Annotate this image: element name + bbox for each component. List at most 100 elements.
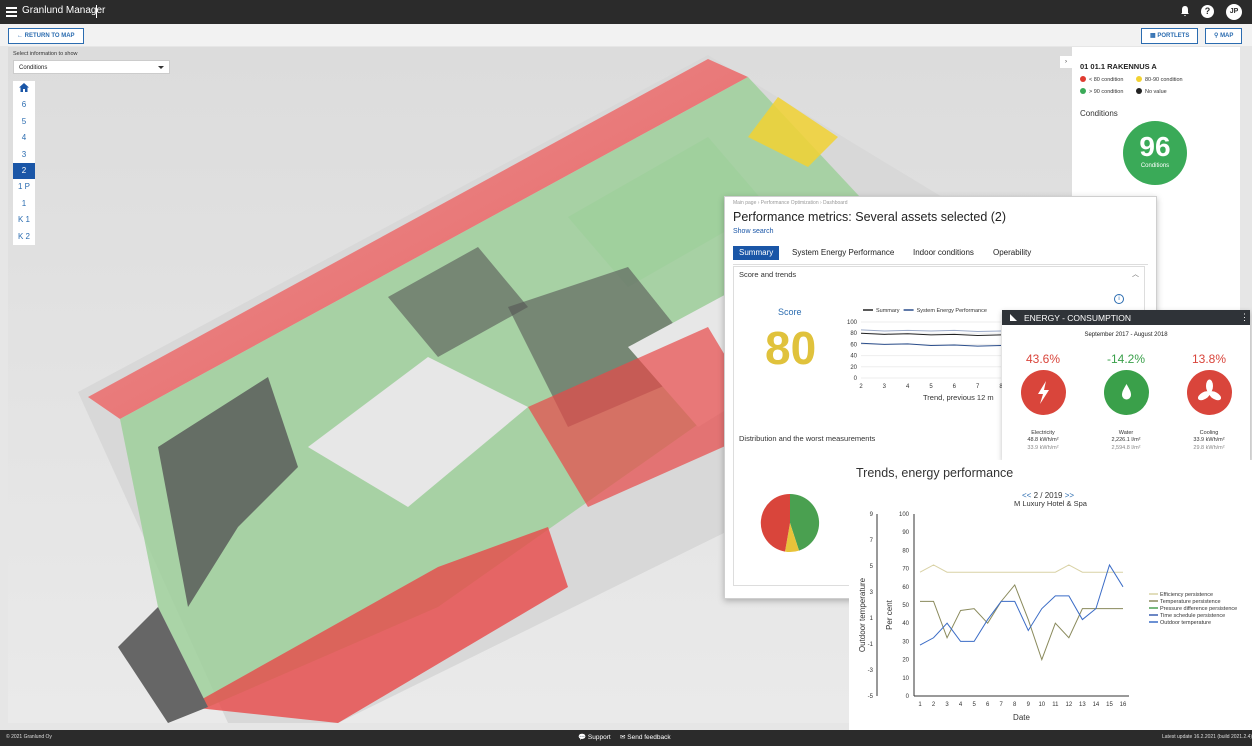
bell-icon[interactable] [1178,5,1191,18]
help-icon[interactable]: ? [1201,5,1214,18]
y-tick-label: 20 [902,658,909,664]
x-tick-label: 8 [1013,702,1017,708]
y2-axis-label: Outdoor temperature [858,577,867,652]
floor-button[interactable]: 4 [13,130,35,146]
tab-indoor-conditions[interactable]: Indoor conditions [913,246,974,260]
chevron-up-icon[interactable]: ︿ [1132,269,1139,279]
electricity-label: Electricity [1031,430,1055,436]
y-tick-label: 40 [850,354,857,360]
user-avatar[interactable]: JP [1226,4,1242,20]
y2-tick-label: 5 [870,564,874,570]
x-tick-label: 7 [976,384,980,390]
top-bar: Granlund Manager ? JP [0,0,1252,24]
x-tick-label: 5 [929,384,933,390]
x-tick-label: 1 [918,702,922,708]
water-change: -14.2% [1106,352,1146,366]
water-label: Water [1118,430,1134,436]
copyright: © 2021 Granlund Oy [6,734,52,740]
caret-down-icon [158,66,164,69]
y-tick-label: 80 [902,548,909,554]
conditions-unit: Conditions [1140,163,1170,169]
support-link[interactable]: 💬 Support [578,733,611,741]
map-button[interactable]: ⚲ MAP [1205,28,1243,44]
conditions-label: Conditions [1080,109,1118,118]
legend-label: Efficiency persistence [1160,592,1213,598]
energy-title: ENERGY - CONSUMPTION [1024,313,1132,323]
yellow-dot-icon [1136,76,1142,82]
footer: © 2021 Granlund Oy 💬 Support ✉ Send feed… [0,730,1252,746]
section-title-distribution: Distribution and the worst measurements [739,434,876,443]
y-tick-label: 70 [902,567,909,573]
floor-button[interactable]: 5 [13,114,35,130]
y-tick-label: 0 [854,376,858,382]
home-icon [19,83,29,92]
x-tick-label: 4 [959,702,963,708]
score-value: 80 [765,322,817,374]
collapse-chevron-icon[interactable]: › [1060,56,1072,68]
legend-label: Pressure difference persistence [1160,606,1237,612]
cooling-label: Cooling [1199,430,1219,436]
x-axis-label: Date [1013,713,1030,722]
show-search-link[interactable]: Show search [733,228,773,235]
hamburger-menu-icon[interactable] [6,7,17,17]
tab-system-energy-performance[interactable]: System Energy Performance [792,246,894,260]
return-to-map-button[interactable]: ← RETURN TO MAP [8,28,84,44]
y-tick-label: 40 [902,621,909,627]
floor-button[interactable]: 6 [13,97,35,113]
tab-divider [733,264,1148,265]
send-feedback-link[interactable]: ✉ Send feedback [620,733,671,741]
y-tick-label: 100 [847,320,858,326]
y2-tick-label: 7 [870,538,874,544]
x-tick-label: 13 [1079,702,1086,708]
tab-operability[interactable]: Operability [993,246,1031,260]
floor-button[interactable]: K 2 [13,229,35,245]
x-tick-label: 15 [1106,702,1113,708]
energy-period: September 2017 - August 2018 [1084,332,1168,338]
floor-button[interactable]: K 1 [13,212,35,228]
energy-performance-line-chart: 0102030405060708090100-5-3-1135791 2 3 4 5 6 7… [858,512,1237,722]
electricity-current: 48.8 kWh/m² [1027,437,1059,443]
conditions-score-circle: 96 Conditions [1123,121,1187,185]
x-axis-label: Trend, previous 12 m [923,393,994,402]
y2-tick-label: 1 [870,616,874,622]
floor-home-button[interactable] [13,81,35,97]
legend-item: > 90 condition [1080,88,1123,95]
x-tick-label: 2 [859,384,863,390]
info-icon[interactable]: i [1114,294,1124,304]
floor-button[interactable]: 1 [13,196,35,212]
breadcrumb[interactable]: Main page › Performance Optimization › D… [733,200,848,206]
info-select[interactable]: Conditions [13,60,170,74]
section-title-score: Score and trends [739,270,797,279]
floor-button-active[interactable]: 2 [13,162,35,180]
fan-icon [1187,370,1232,415]
floor-selector: 6 5 4 3 2 1 P 1 K 1 K 2 [13,81,35,245]
series-line [920,584,1123,662]
legend-label: Time schedule persistence [1160,613,1225,619]
trends-title: Trends, energy performance [856,466,1014,480]
legend-label: Temperature persistence [1160,599,1221,605]
legend-item: 80-90 condition [1136,76,1183,83]
conditions-value: 96 [1139,131,1171,162]
floor-button[interactable]: 3 [13,147,35,163]
lightning-icon [1021,370,1066,415]
y-axis-label: Per cent [885,599,894,630]
distribution-pie-chart [760,493,820,553]
score-label: Score [778,307,802,317]
more-options-icon[interactable]: ⋮ [1240,312,1249,323]
trends-subtitle: M Luxury Hotel & Spa [1014,499,1087,508]
water-current: 2,226.1 l/m² [1111,437,1141,443]
cooling-change: 13.8% [1191,352,1227,366]
floor-button[interactable]: 1 P [13,179,35,195]
tab-summary[interactable]: Summary [733,246,780,260]
legend-item: < 80 condition [1080,76,1123,83]
arrow-left-icon: ← [17,33,25,39]
x-tick-label: 12 [1066,702,1073,708]
series-line [919,563,1124,646]
text-cursor [96,5,97,18]
app-title: Granlund Manager [22,5,106,16]
x-tick-label: 2 [932,702,936,708]
building-name: 01 01.1 RAKENNUS A [1080,62,1157,71]
portlets-button[interactable]: ▦ PORTLETS [1141,28,1199,44]
x-tick-label: 3 [945,702,949,708]
x-tick-label: 10 [1038,702,1045,708]
